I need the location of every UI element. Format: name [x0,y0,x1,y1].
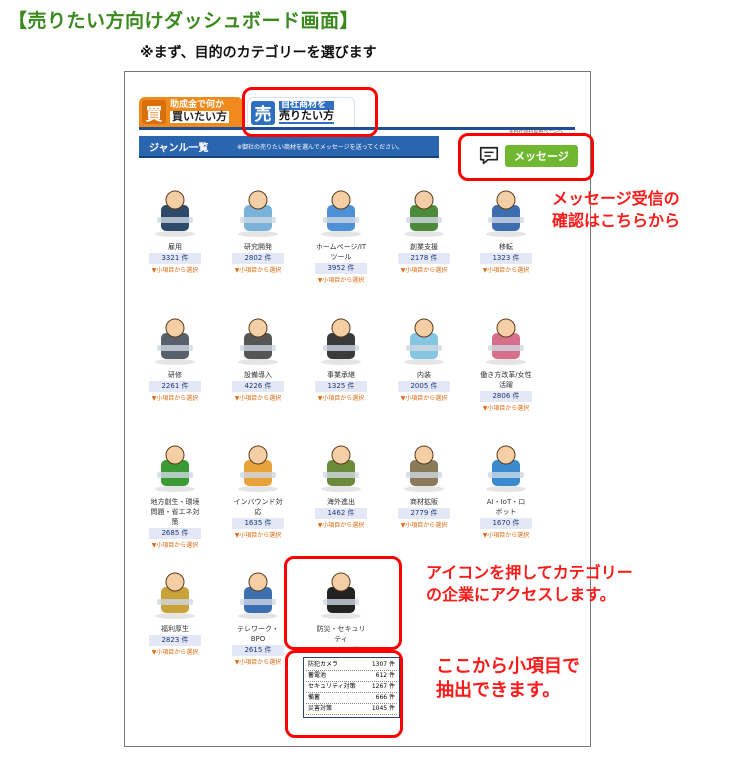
category-item[interactable]: 研究開発 2802 件 ▼小項目から選択 [218,187,298,274]
robot-icon[interactable] [478,442,534,494]
tab-buy[interactable]: 買 助成金で何か 買いたい方 [139,97,243,127]
category-count: 1323 件 [480,253,532,265]
category-count: 1325 件 [315,381,367,393]
category-name: 移転 [499,243,513,251]
category-item[interactable]: 研修 2261 件 ▼小項目から選択 [135,315,215,402]
world-map-icon[interactable] [313,442,369,494]
category-count: 2178 件 [398,253,450,265]
entrepreneur-sprout-icon[interactable] [396,187,452,239]
sub-select-link[interactable]: ▼小項目から選択 [218,265,298,274]
sub-select-link[interactable]: ▼小項目から選択 [218,530,298,539]
sub-select-link[interactable]: ▼小項目から選択 [466,530,546,539]
sub-select-link[interactable]: ▼小項目から選択 [135,393,215,402]
sub-select-link[interactable]: ▼小項目から選択 [218,393,298,402]
category-item[interactable]: 働き方改革/女性 活躍 2806 件 ▼小項目から選択 [466,315,546,412]
sub-select-link[interactable]: ▼小項目から選択 [135,540,215,549]
category-count: 4226 件 [232,381,284,393]
sub-select-link[interactable]: ▼小項目から選択 [135,265,215,274]
sub-select-link[interactable]: ▼小項目から選択 [301,520,381,529]
category-name: インバウンド対 応 [233,498,283,517]
highlight-message-button [458,133,594,181]
category-item[interactable]: インバウンド対 応 1635 件 ▼小項目から選択 [218,442,298,539]
category-name: 設備導入 [244,371,272,379]
category-item[interactable]: ホームページ/IT ツール 3952 件 ▼小項目から選択 [301,187,381,284]
president-desk-icon[interactable] [313,315,369,367]
highlight-sell-tab [242,87,378,137]
business-meeting-icon[interactable] [147,187,203,239]
category-name: 雇用 [168,243,182,251]
category-count: 2779 件 [398,508,450,520]
category-name: ホームページ/IT ツール [315,243,367,262]
category-item[interactable]: 設備導入 4226 件 ▼小項目から選択 [218,315,298,402]
category-name: 研究開発 [244,243,272,251]
category-item[interactable]: 事業承継 1325 件 ▼小項目から選択 [301,315,381,402]
genre-title: ジャンル一覧 [149,142,209,154]
category-item[interactable]: 商材拡販 2779 件 ▼小項目から選択 [384,442,464,529]
category-name: AI・IoT・ロ ボット [486,498,526,517]
category-count: 2823 件 [149,635,201,647]
category-name: 創業支援 [410,243,438,251]
callout-subitems: ここから小項目で 抽出できます。 [436,656,580,702]
category-count: 2806 件 [480,391,532,403]
sub-select-link[interactable]: ▼小項目から選択 [384,393,464,402]
genre-note: ※御社の売りたい商材を選んでメッセージを送ってください。 [237,143,404,151]
callout-icon: アイコンを押してカテゴリー の企業にアクセスします。 [426,563,633,604]
temple-market-icon[interactable] [396,442,452,494]
buy-badge-icon: 買 [142,100,166,125]
category-name: 研修 [168,371,182,379]
sub-select-link[interactable]: ▼小項目から選択 [135,647,215,656]
page-title: 【売りたい方向けダッシュボード画面】 [8,10,360,32]
sub-select-link[interactable]: ▼小項目から選択 [301,275,381,284]
category-count: 3952 件 [315,263,367,275]
category-item[interactable]: 移転 1323 件 ▼小項目から選択 [466,187,546,274]
highlight-category-icon [284,556,402,650]
tab-buy-line2: 買いたい方 [170,110,229,124]
category-name: 海外進出 [327,498,355,506]
auditorium-icon[interactable] [147,569,203,621]
category-count: 2615 件 [232,645,284,657]
working-mother-icon[interactable] [478,315,534,367]
sub-select-link[interactable]: ▼小項目から選択 [384,520,464,529]
category-name: 商材拡販 [410,498,438,506]
category-item[interactable]: 地方創生・環境 問題・省エネ対 策 2685 件 ▼小項目から選択 [135,442,215,549]
category-count: 2005 件 [398,381,450,393]
category-item[interactable]: 内装 2005 件 ▼小項目から選択 [384,315,464,402]
sub-select-link[interactable]: ▼小項目から選択 [466,265,546,274]
sub-select-link[interactable]: ▼小項目から選択 [466,403,546,412]
category-name: 地方創生・環境 問題・省エネ対 策 [150,498,200,527]
category-count: 1462 件 [315,508,367,520]
sub-select-link[interactable]: ▼小項目から選択 [384,265,464,274]
interior-wallpaper-icon[interactable] [396,315,452,367]
moving-truck-icon[interactable] [478,187,534,239]
category-item[interactable]: 雇用 3321 件 ▼小項目から選択 [135,187,215,274]
highlight-subitem-panel [285,650,403,738]
category-count: 3321 件 [149,253,201,265]
category-count: 1670 件 [480,518,532,530]
category-item[interactable]: 福利厚生 2823 件 ▼小項目から選択 [135,569,215,656]
category-name: 働き方改革/女性 活躍 [480,371,532,390]
category-name: 内装 [417,371,431,379]
microscope-researcher-icon[interactable] [230,187,286,239]
telework-person-icon[interactable] [230,569,286,621]
sub-select-link[interactable]: ▼小項目から選択 [301,393,381,402]
category-name: 福利厚生 [161,625,189,633]
training-seminar-icon[interactable] [147,315,203,367]
category-count: 2685 件 [149,528,201,540]
category-item[interactable]: AI・IoT・ロ ボット 1670 件 ▼小項目から選択 [466,442,546,539]
category-count: 2261 件 [149,381,201,393]
page-subtitle: ※まず、目的のカテゴリーを選びます [140,45,377,61]
category-count: 2802 件 [232,253,284,265]
genre-header: ジャンル一覧 ※御社の売りたい商材を選んでメッセージを送ってください。 [139,136,439,158]
callout-message: メッセージ受信の 確認はこちらから [552,189,681,230]
category-count: 1635 件 [232,518,284,530]
japan-map-icon[interactable] [147,442,203,494]
computer-monitor-icon[interactable] [313,187,369,239]
category-item[interactable]: 海外進出 1462 件 ▼小項目から選択 [301,442,381,529]
category-name: 事業承継 [327,371,355,379]
factory-icon[interactable] [230,315,286,367]
category-item[interactable]: 創業支援 2178 件 ▼小項目から選択 [384,187,464,274]
tourists-icon[interactable] [230,442,286,494]
